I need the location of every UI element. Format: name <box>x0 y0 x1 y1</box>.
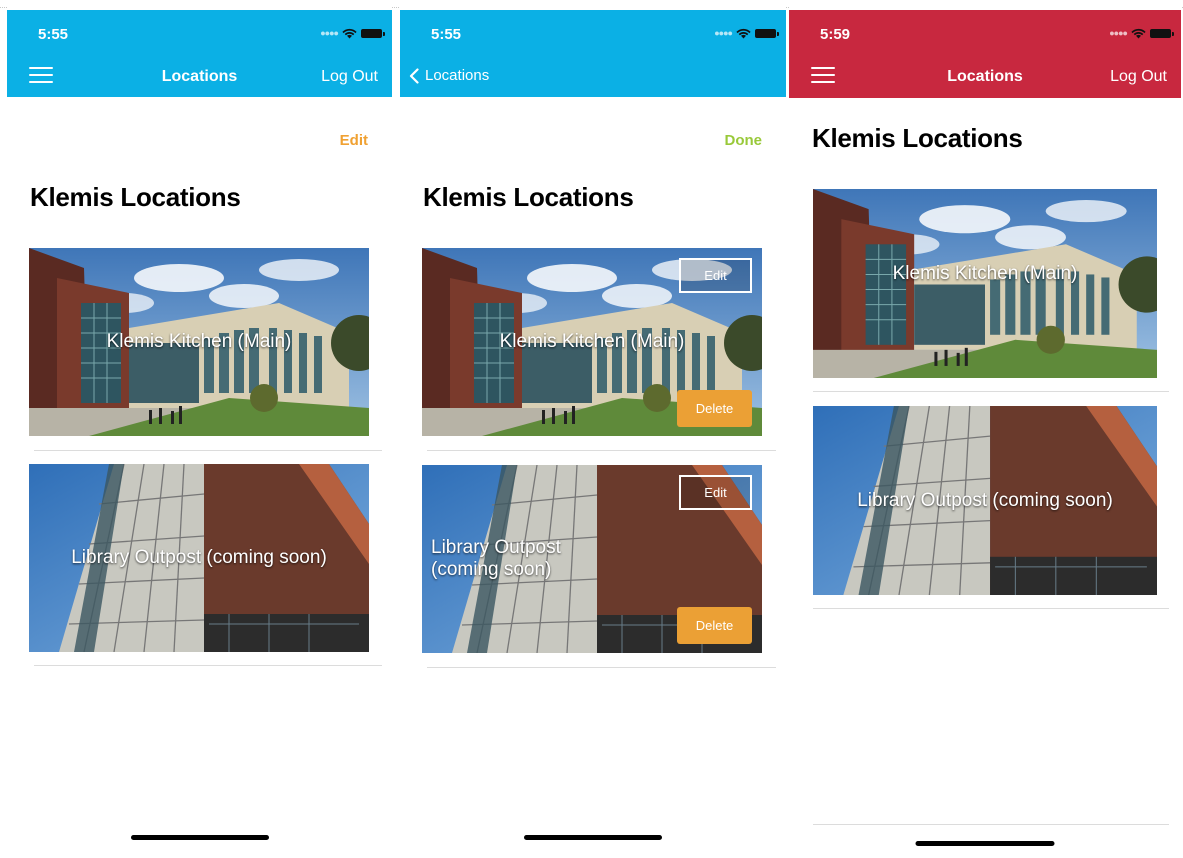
card-delete-button[interactable]: Delete <box>677 390 752 427</box>
divider <box>813 824 1169 825</box>
home-indicator[interactable] <box>524 835 662 840</box>
card-edit-button[interactable]: Edit <box>679 258 752 293</box>
card-delete-button[interactable]: Delete <box>677 607 752 644</box>
location-card-library[interactable]: Library Outpost (coming soon) <box>29 464 369 652</box>
location-card-kitchen[interactable]: Klemis Kitchen (Main) Edit Delete <box>422 248 762 436</box>
location-card-library[interactable]: Library Outpost (coming soon) Edit Delet… <box>422 465 762 653</box>
logout-button[interactable]: Log Out <box>321 68 378 86</box>
screen-locations-default: 5:55 ●●●● Locations Log Out Edit Klemis … <box>7 0 392 858</box>
home-indicator[interactable] <box>130 835 269 840</box>
wifi-icon <box>736 28 751 39</box>
location-card-kitchen[interactable]: Klemis Kitchen (Main) <box>813 189 1157 378</box>
location-card-label: Klemis Kitchen (Main) <box>499 331 685 352</box>
divider <box>34 665 382 666</box>
card-edit-button[interactable]: Edit <box>679 475 752 510</box>
location-card-label: Library Outpost (coming soon) <box>71 547 327 568</box>
nav-bar: 5:55 ●●●● Locations Log Out <box>7 10 392 97</box>
status-icons: ●●●● <box>320 28 385 39</box>
done-button[interactable]: Done <box>725 132 763 149</box>
signal-icon: ●●●● <box>1109 28 1128 38</box>
status-time: 5:59 <box>820 26 851 43</box>
nav-bar: 5:59 ●●●● Locations Log Out <box>789 10 1181 98</box>
location-card-kitchen[interactable]: Klemis Kitchen (Main) <box>29 248 369 436</box>
location-card-label: Library Outpost (coming soon) <box>431 537 561 580</box>
back-button[interactable]: Locations <box>409 67 489 84</box>
wifi-icon <box>342 28 357 39</box>
divider <box>34 450 382 451</box>
logout-button[interactable]: Log Out <box>1110 68 1167 86</box>
location-card-label: Klemis Kitchen (Main) <box>106 331 292 352</box>
home-indicator[interactable] <box>915 841 1055 846</box>
chevron-left-icon <box>409 67 419 84</box>
location-card-label: Library Outpost (coming soon) <box>857 489 1113 511</box>
screen-locations-red-theme: 5:59 ●●●● Locations Log Out Klemis Locat… <box>789 0 1181 858</box>
signal-icon: ●●●● <box>714 28 733 38</box>
screen-locations-editing: 5:55 ●●●● Locations Done Klemis Location… <box>400 0 786 858</box>
divider <box>813 608 1169 609</box>
signal-icon: ●●●● <box>320 28 339 38</box>
edit-button[interactable]: Edit <box>340 132 368 149</box>
back-label: Locations <box>425 67 490 84</box>
battery-icon <box>1150 29 1174 38</box>
battery-icon <box>755 29 779 38</box>
divider <box>813 391 1169 392</box>
page-title: Klemis Locations <box>30 182 241 212</box>
status-icons: ●●●● <box>1109 28 1174 39</box>
wifi-icon <box>1131 28 1146 39</box>
location-card-label: Klemis Kitchen (Main) <box>892 262 1078 284</box>
status-time: 5:55 <box>431 26 462 43</box>
battery-icon <box>361 29 385 38</box>
divider <box>427 450 776 451</box>
page-title: Klemis Locations <box>812 123 1023 153</box>
status-time: 5:55 <box>38 26 69 43</box>
status-icons: ●●●● <box>714 28 779 39</box>
divider <box>427 667 776 668</box>
page-title: Klemis Locations <box>423 182 634 212</box>
location-card-library[interactable]: Library Outpost (coming soon) <box>813 406 1157 595</box>
nav-bar: 5:55 ●●●● Locations <box>400 10 786 97</box>
